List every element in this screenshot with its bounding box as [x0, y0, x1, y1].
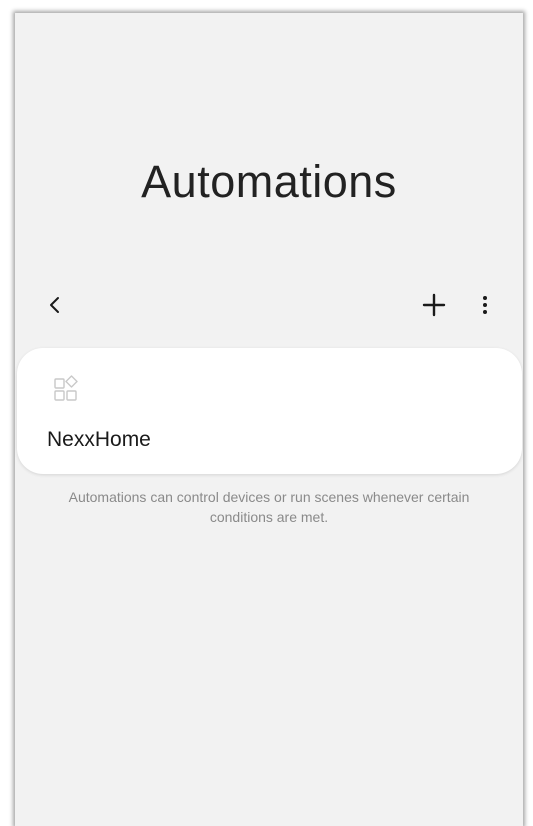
more-options-button[interactable]: [469, 289, 501, 321]
app-frame: Automations NexxHome Automations can con…: [0, 0, 533, 826]
automations-screen: Automations NexxHome Automations can con…: [15, 13, 523, 826]
chevron-left-icon: [50, 297, 59, 313]
back-button[interactable]: [39, 289, 71, 321]
automation-name: NexxHome: [47, 428, 151, 451]
automations-hint: Automations can control devices or run s…: [68, 489, 470, 525]
apps-grid-icon: [53, 374, 83, 404]
toolbar: [15, 283, 523, 327]
page-title: Automations: [141, 156, 397, 207]
add-automation-button[interactable]: [418, 289, 450, 321]
more-vertical-icon: [483, 296, 487, 314]
automation-card-nexxhome[interactable]: NexxHome: [17, 348, 522, 474]
plus-icon: [422, 293, 446, 317]
